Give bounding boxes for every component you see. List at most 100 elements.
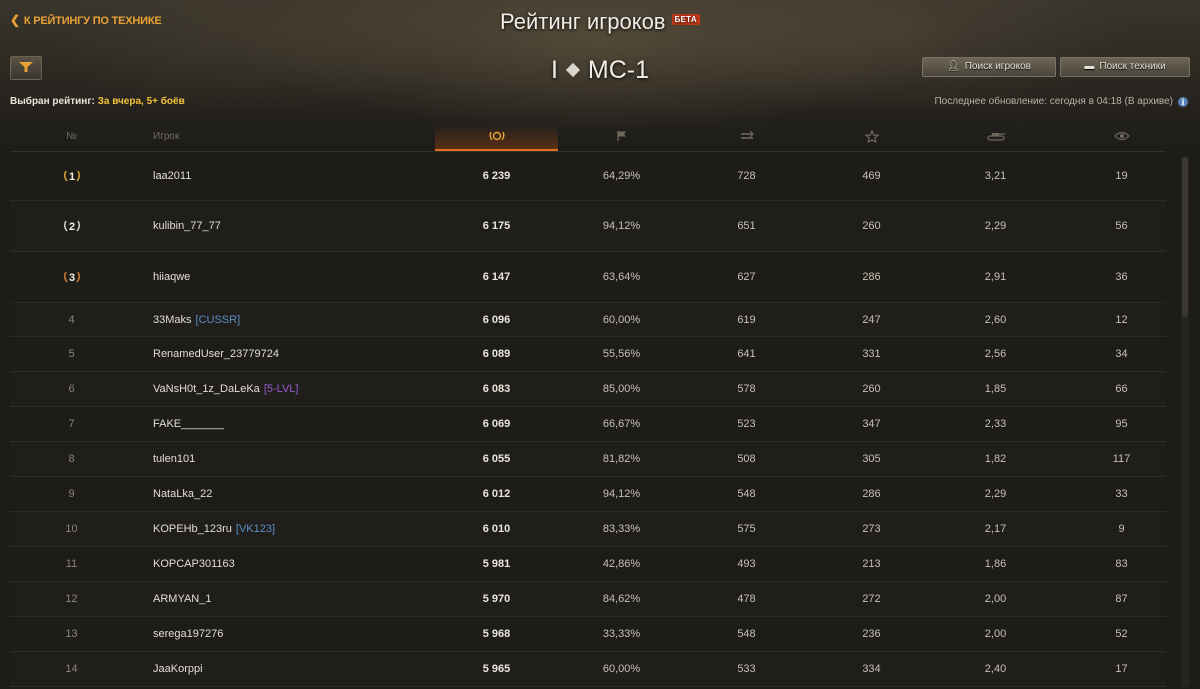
light-tank-class-icon [565,62,580,77]
kills-cell: 2,00 [984,628,1007,640]
experience-cell: 334 [862,663,881,675]
kills-cell: 2,60 [984,313,1007,326]
player-cell: laa2011 [153,151,443,200]
clan-tag[interactable]: [VK123] [236,523,275,535]
spotted-cell: 52 [1115,628,1128,640]
spotted-cell: 19 [1115,169,1128,182]
table-row[interactable]: 14 JaaKorppi 5 965 60,00% 533 334 2,40 17 [10,652,1166,687]
table-row[interactable]: 6 VaNsH0t_1z_DaLeKa [5-LVL] 6 083 85,00% 578 2… [10,372,1166,407]
selected-rating: Выбран рейтинг: За вчера, 5+ боёв [10,96,185,107]
spotted-cell: 87 [1115,593,1128,605]
player-icon: 👤︎ [947,61,960,72]
rank-number: 14 [65,663,78,675]
column-winrate[interactable] [560,124,683,151]
rank-number: 3 [68,272,74,284]
winrate-cell: 85,00% [602,383,641,395]
rank-number: 4 [68,313,75,326]
player-name[interactable]: kulibin_77_77 [153,220,221,232]
spotted-cell: 66 [1115,383,1128,395]
column-rank[interactable]: № [10,124,133,151]
kills-cell: 1,85 [984,383,1007,395]
kills-cell: 2,40 [984,663,1007,675]
table-row[interactable]: 8 tulen101 6 055 81,82% 508 305 1,82 117 [10,442,1166,477]
rank-cell: 9 [10,477,133,511]
player-name[interactable]: KOPEHb_123ru [153,523,232,535]
rank-cell: 10 [10,512,133,546]
column-experience[interactable] [810,124,933,151]
winrate-cell: 84,62% [602,593,641,605]
player-name[interactable]: FAKE_______ [153,418,224,430]
table-row[interactable]: 7 FAKE_______ 6 069 66,67% 523 347 2,33 95 [10,407,1166,442]
player-name[interactable]: NataLka_22 [153,488,212,500]
table-row[interactable]: 4 33Maks [CUSSR] 6 096 60,00% 619 247 2,60 12 [10,303,1166,337]
damage-cell: 651 [737,220,756,232]
table-row[interactable]: 13 serega197276 5 968 33,33% 548 236 2,00 52 [10,617,1166,652]
bronze-medal-icon: 3 [63,271,80,284]
player-name[interactable]: serega197276 [153,628,223,640]
column-damage[interactable] [685,124,808,151]
rank-cell: 5 [10,337,133,371]
rank-number: 9 [68,488,75,500]
rank-cell: 8 [10,442,133,476]
player-name[interactable]: hiiaqwe [153,271,190,283]
kills-cell: 2,91 [984,271,1007,283]
last-update-text: Последнее обновление: сегодня в 04:18 (В… [934,96,1173,107]
rank-number: 10 [65,523,78,535]
player-name[interactable]: ARMYAN_1 [153,593,211,605]
player-cell: RenamedUser_23779724 [153,337,443,371]
table-row[interactable]: 12 ARMYAN_1 5 970 84,62% 478 272 2,00 87 [10,582,1166,617]
player-name[interactable]: 33Maks [153,314,192,326]
rank-number: 11 [65,558,78,570]
player-name[interactable]: laa2011 [153,170,191,182]
tank-icon: ▬ [1084,61,1095,72]
search-vehicles-button[interactable]: ▬ Поиск техники [1060,57,1190,77]
table-row[interactable]: 10 KOPEHb_123ru [VK123] 6 010 83,33% 575 273 2,… [10,512,1166,547]
table-row[interactable]: 11 KOPCAP301163 5 981 42,86% 493 213 1,86 83 [10,547,1166,582]
player-name[interactable]: JaaKorppi [153,663,203,675]
scrollbar[interactable] [1181,157,1189,687]
clan-tag[interactable]: [5-LVL] [264,383,299,395]
star-icon [863,129,880,144]
table-row[interactable]: 2 kulibin_77_77 6 175 94,12% 651 260 2,29 56 [10,201,1166,252]
player-cell: ARMYAN_1 [153,582,443,616]
rank-cell: 6 [10,372,133,406]
player-name[interactable]: tulen101 [153,453,195,465]
score-cell: 5 970 [482,593,511,605]
spotted-cell: 12 [1115,313,1128,326]
info-icon[interactable]: i [1178,97,1188,107]
winrate-cell: 94,12% [602,220,641,232]
player-cell: NataLka_22 [153,477,443,511]
search-players-button[interactable]: 👤︎ Поиск игроков [922,57,1056,77]
player-name[interactable]: VaNsH0t_1z_DaLeKa [153,383,260,395]
experience-cell: 236 [862,628,881,640]
experience-cell: 213 [862,558,881,570]
eye-icon [1113,132,1130,141]
winrate-cell: 64,29% [602,169,641,182]
selected-rating-value[interactable]: За вчера, 5+ боёв [98,96,185,107]
score-cell: 6 010 [482,523,511,535]
table-row[interactable]: 3 hiiaqwe 6 147 63,64% 627 286 2,91 36 [10,252,1166,303]
clan-tag[interactable]: [CUSSR] [196,314,241,326]
column-kills[interactable] [934,124,1057,151]
player-name[interactable]: KOPCAP301163 [153,558,235,570]
table-row[interactable]: 9 NataLka_22 6 012 94,12% 548 286 2,29 33 [10,477,1166,512]
column-spotted[interactable] [1060,124,1183,151]
table-row[interactable]: 5 RenamedUser_23779724 6 089 55,56% 641 331 2,… [10,337,1166,372]
rank-cell: 13 [10,617,133,651]
column-player[interactable]: Игрок [153,124,213,151]
player-cell: FAKE_______ [153,407,443,441]
scrollbar-thumb[interactable] [1182,157,1188,317]
table-row[interactable]: 1 laa2011 6 239 64,29% 728 469 3,21 19 [10,151,1166,201]
flag-icon [616,131,626,142]
damage-cell: 478 [737,593,756,605]
experience-cell: 347 [862,418,881,430]
silver-medal-icon: 2 [63,220,80,233]
winrate-cell: 83,33% [602,523,641,535]
last-update: Последнее обновление: сегодня в 04:18 (В… [934,96,1188,107]
score-cell: 6 096 [482,313,511,326]
column-rating-score[interactable] [435,124,558,151]
winrate-cell: 63,64% [602,271,641,283]
damage-cell: 627 [737,271,756,283]
player-name[interactable]: RenamedUser_23779724 [153,348,279,360]
score-cell: 6 089 [482,348,511,360]
